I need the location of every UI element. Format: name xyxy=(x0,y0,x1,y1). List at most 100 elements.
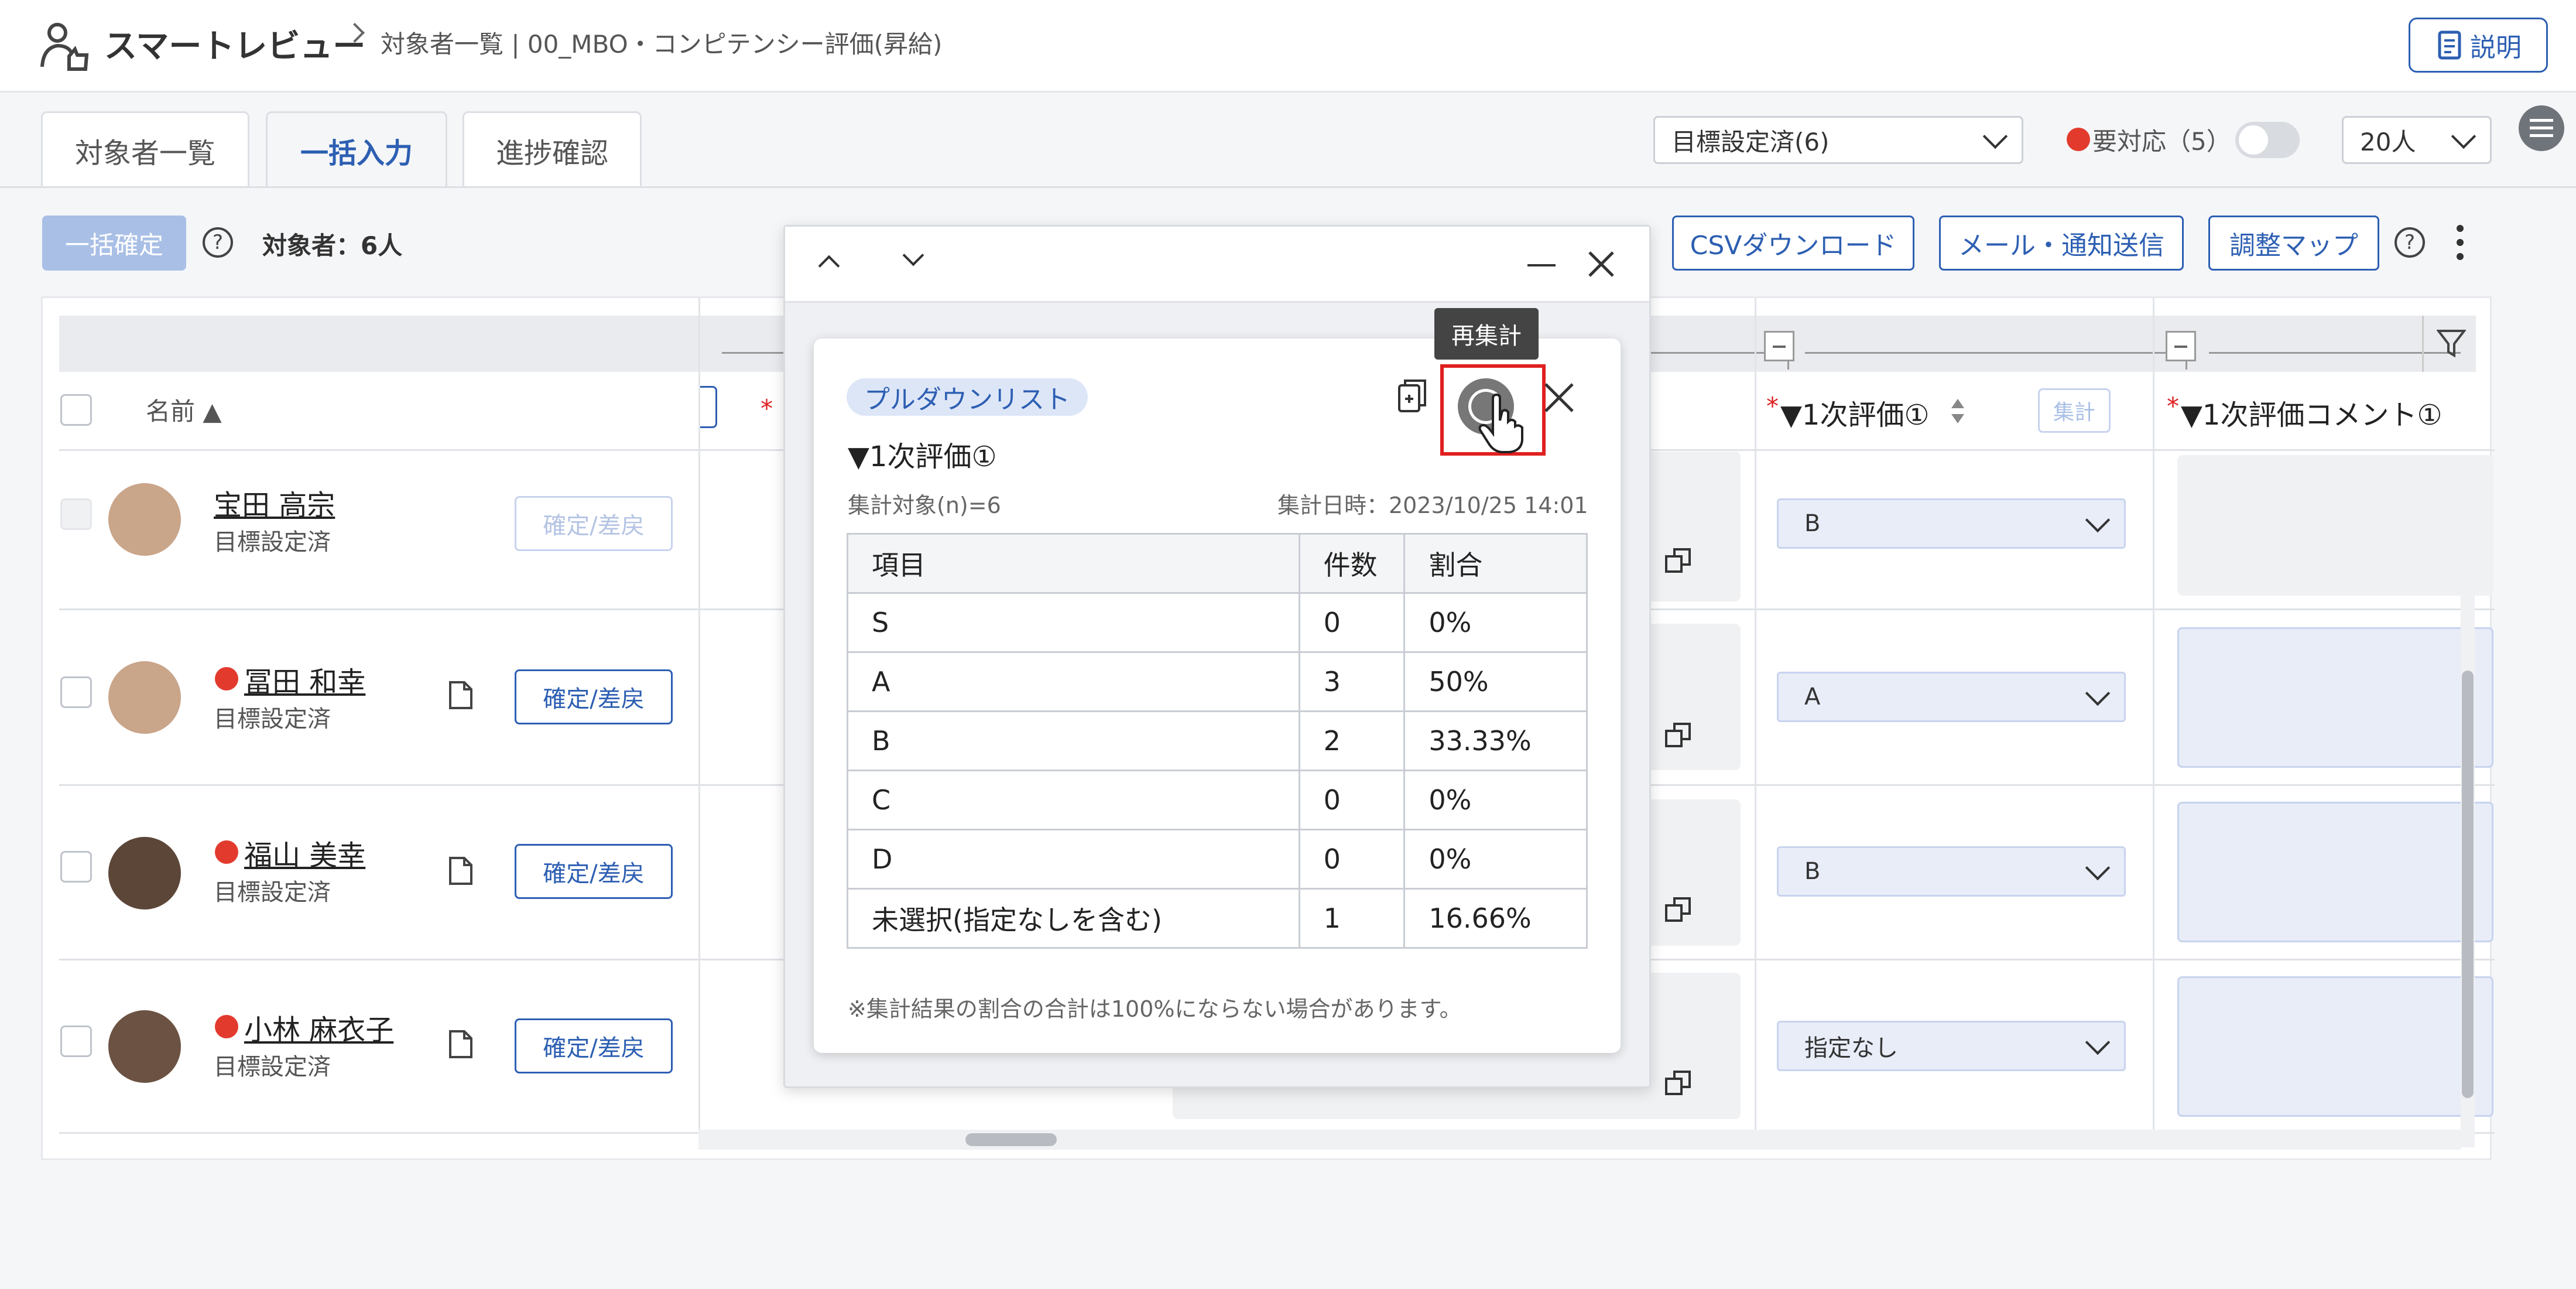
expand-icon[interactable] xyxy=(1664,1068,1693,1097)
confirm-reject-button[interactable]: 確定/差戻 xyxy=(515,1018,673,1073)
row-checkbox[interactable] xyxy=(60,1025,92,1057)
table-row: C 0 0% xyxy=(847,770,1588,830)
horizontal-scrollbar[interactable] xyxy=(698,1130,2461,1150)
minimize-icon[interactable] xyxy=(1527,264,1556,266)
person-name-link[interactable]: 小林 麻衣子 xyxy=(244,1007,393,1048)
avatar xyxy=(108,1010,181,1083)
file-icon[interactable] xyxy=(448,1029,474,1059)
bulk-confirm-button[interactable]: 一括確定 xyxy=(42,216,186,271)
ratio-cell: 0% xyxy=(1403,829,1588,890)
tab-label: 一括入力 xyxy=(300,136,413,170)
status-filter-select[interactable]: 目標設定済(6) xyxy=(1653,116,2023,164)
person-name-link[interactable]: 福山 美幸 xyxy=(244,832,365,873)
file-icon[interactable] xyxy=(448,680,474,710)
document-icon xyxy=(2438,30,2461,60)
comment-cell[interactable] xyxy=(2177,455,2493,596)
required-mark: * xyxy=(2167,392,2179,420)
vertical-scrollbar[interactable] xyxy=(2461,474,2475,1147)
collapse-group-icon[interactable] xyxy=(1764,331,1794,361)
sort-icon[interactable] xyxy=(1949,396,1967,426)
eval-column-header[interactable]: ▼1次評価① xyxy=(1780,392,1930,433)
scrollbar-thumb[interactable] xyxy=(2462,671,2474,1098)
tab-divider xyxy=(0,186,2576,188)
scrollbar-thumb[interactable] xyxy=(965,1133,1057,1146)
comment-cell[interactable] xyxy=(2177,976,2493,1117)
confirm-reject-button[interactable]: 確定/差戻 xyxy=(515,496,673,551)
hand-cursor-icon xyxy=(1478,394,1523,453)
avatar xyxy=(108,837,181,910)
alert-dot-icon xyxy=(215,667,238,690)
recalculate-button[interactable] xyxy=(1440,364,1546,456)
tab-label: 対象者一覧 xyxy=(74,136,215,170)
table-header-row: 項目 件数 割合 xyxy=(847,533,1588,594)
row-checkbox[interactable] xyxy=(60,676,92,708)
filter-button[interactable] xyxy=(2422,316,2476,372)
eval-select[interactable]: 指定なし xyxy=(1777,1021,2126,1071)
item-cell: C xyxy=(847,770,1300,830)
comment-cell[interactable] xyxy=(2177,627,2493,768)
copy-icon[interactable] xyxy=(1396,377,1429,415)
tab-bulk-input[interactable]: 一括入力 xyxy=(266,111,447,187)
page-size-select[interactable]: 20人 xyxy=(2342,116,2492,164)
column-header: 項目 xyxy=(847,533,1300,594)
eval-select[interactable]: B xyxy=(1777,498,2126,549)
collapse-group-icon[interactable] xyxy=(2166,331,2196,361)
row-checkbox[interactable] xyxy=(60,851,92,883)
eval-select[interactable]: B xyxy=(1777,846,2126,897)
more-options-icon[interactable] xyxy=(2457,225,2464,261)
app-logo-icon xyxy=(40,23,89,71)
dot xyxy=(2457,239,2464,246)
filter-icon xyxy=(2437,330,2466,358)
table-row: D 0 0% xyxy=(847,829,1588,890)
file-icon[interactable] xyxy=(448,856,474,886)
help-icon[interactable]: ? xyxy=(2395,227,2425,258)
alert-dot-icon xyxy=(215,840,238,864)
person-name-link[interactable]: 宝田 高宗 xyxy=(214,482,335,523)
chevron-down-icon xyxy=(2085,681,2111,706)
csv-download-button[interactable]: CSVダウンロード xyxy=(1672,216,1914,271)
mail-notify-button[interactable]: メール・通知送信 xyxy=(1939,216,2184,271)
person-name-link[interactable]: 冨田 和幸 xyxy=(244,659,365,700)
confirm-reject-button[interactable]: 確定/差戻 xyxy=(515,669,673,724)
close-icon[interactable] xyxy=(1587,250,1615,278)
count-cell: 0 xyxy=(1298,592,1406,653)
chevron-down-icon xyxy=(2451,124,2476,149)
help-button-label: 説明 xyxy=(2470,33,2522,63)
dot xyxy=(2457,253,2464,260)
expand-icon[interactable] xyxy=(1664,546,1693,575)
comment-cell[interactable] xyxy=(2177,802,2493,942)
expand-icon[interactable] xyxy=(1664,895,1693,924)
eval-select[interactable]: A xyxy=(1777,672,2126,722)
adjust-map-button[interactable]: 調整マップ xyxy=(2208,216,2379,271)
minus xyxy=(2174,346,2187,348)
close-icon[interactable] xyxy=(1543,382,1575,413)
table-row: 未選択(指定なしを含む) 1 16.66% xyxy=(847,888,1588,949)
name-column-header[interactable]: 名前 ▲ xyxy=(146,392,222,428)
confirm-reject-button[interactable]: 確定/差戻 xyxy=(515,844,673,899)
dot xyxy=(2457,225,2464,232)
breadcrumb[interactable]: 対象者一覧 | 00_MBO・コンピテンシー評価(昇給) xyxy=(381,25,942,60)
column-header: 件数 xyxy=(1298,533,1406,594)
eval-aggregate-button[interactable]: 集計 xyxy=(2038,388,2111,433)
count-cell: 2 xyxy=(1298,710,1406,771)
eval-select-value: B xyxy=(1804,510,1821,537)
needs-action-toggle[interactable] xyxy=(2235,122,2300,158)
select-all-checkbox[interactable] xyxy=(60,394,92,426)
tab-progress[interactable]: 進捗確認 xyxy=(463,111,642,187)
popup-header xyxy=(785,227,1649,303)
expand-icon[interactable] xyxy=(1664,720,1693,750)
ratio-cell: 16.66% xyxy=(1403,888,1588,949)
chevron-down-icon xyxy=(1982,124,2008,149)
person-status: 目標設定済 xyxy=(214,529,331,556)
help-button[interactable]: 説明 xyxy=(2409,18,2548,73)
chevron-down-icon xyxy=(2085,507,2111,533)
hidden-column-button[interactable] xyxy=(698,386,717,428)
table-row: S 0 0% xyxy=(847,592,1588,653)
comment-column-header[interactable]: ▼1次評価コメント① xyxy=(2181,392,2497,433)
help-icon[interactable]: ? xyxy=(203,227,233,258)
person-status: 目標設定済 xyxy=(214,1054,331,1081)
side-menu-button[interactable] xyxy=(2519,105,2564,151)
tab-subject-list[interactable]: 対象者一覧 xyxy=(41,111,249,187)
count-cell: 3 xyxy=(1298,651,1406,712)
app-title: スマートレビュー xyxy=(104,28,366,66)
